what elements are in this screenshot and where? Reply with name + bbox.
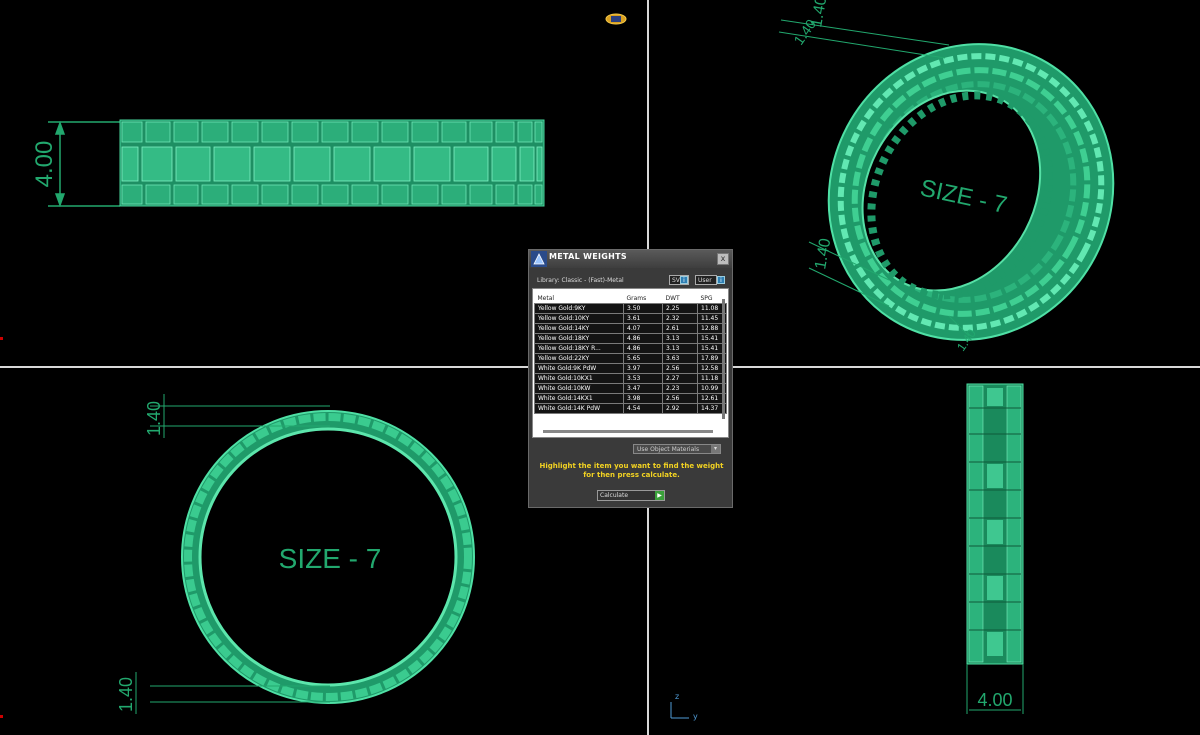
table-cell: 3.61 (623, 313, 663, 324)
table-cell: 3.97 (623, 363, 663, 374)
metal-table[interactable]: Metal Grams DWT SPG Yellow Gold:9KY 3.50 2… (532, 288, 729, 438)
table-cell: 4.86 (623, 333, 663, 344)
instruction-text: Highlight the item you want to find the … (539, 462, 724, 479)
table-cell: 3.53 (623, 373, 663, 384)
chevron-down-icon[interactable]: ▾ (711, 445, 720, 453)
table-row[interactable]: White Gold:9K PdW 3.97 2.56 12.58 (534, 363, 727, 374)
table-cell: Yellow Gold:9KY (534, 303, 624, 314)
column-header[interactable]: Grams (624, 293, 663, 304)
dimension-label: 4.00 (977, 690, 1012, 710)
table-cell: Yellow Gold:14KY (534, 323, 624, 334)
table-cell: White Gold:10KX1 (534, 373, 624, 384)
dialog-title: METAL WEIGHTS (549, 252, 627, 261)
dimension-label: 1.40 (116, 677, 136, 712)
table-cell: 3.13 (662, 343, 698, 354)
table-cell: 3.13 (662, 333, 698, 344)
table-row[interactable]: White Gold:10KX1 3.53 2.27 11.18 (534, 373, 727, 384)
table-cell: 3.63 (662, 353, 698, 364)
table-cell: White Gold:14KX1 (534, 393, 624, 404)
size-label: SIZE - 7 (279, 543, 382, 574)
unit-info-button[interactable]: i (680, 276, 688, 284)
axis-z-label: z (675, 692, 680, 701)
table-cell: 2.27 (662, 373, 698, 384)
dialog-titlebar[interactable]: METAL WEIGHTS x (529, 250, 732, 268)
table-cell: Yellow Gold:10KY (534, 313, 624, 324)
table-cell: 4.07 (623, 323, 663, 334)
table-row[interactable]: Yellow Gold:9KY 3.50 2.25 11.08 (534, 303, 727, 314)
material-select-value: Use Object Materials (637, 446, 700, 453)
table-cell: 2.25 (662, 303, 698, 314)
material-select[interactable]: Use Object Materials ▾ (633, 444, 721, 454)
table-cell: 5.65 (623, 353, 663, 364)
close-button[interactable]: x (717, 253, 729, 265)
library-label: Library: Classic - (Fast)-Metal (537, 277, 624, 284)
table-row[interactable]: Yellow Gold:10KY 3.61 2.32 11.45 (534, 313, 727, 324)
table-row[interactable]: White Gold:14KX1 3.98 2.56 12.61 (534, 393, 727, 404)
dimension-label: 4.00 (31, 141, 58, 188)
table-cell: 2.61 (662, 323, 698, 334)
table-cell: Yellow Gold:18KY R... (534, 343, 624, 354)
table-cell: 4.86 (623, 343, 663, 354)
calculate-button[interactable]: Calculate ▶ (597, 490, 665, 501)
table-cell: 2.56 (662, 363, 698, 374)
table-cell: Yellow Gold:18KY (534, 333, 624, 344)
table-row[interactable]: White Gold:10KW 3.47 2.23 10.99 (534, 383, 727, 394)
column-header[interactable]: Metal (535, 293, 624, 304)
metal-weights-dialog: METAL WEIGHTS x Library: Classic - (Fast… (528, 249, 733, 508)
table-cell: White Gold:10KW (534, 383, 624, 394)
table-cell: 3.50 (623, 303, 663, 314)
view-cube-icon[interactable] (605, 10, 627, 25)
table-cell: 2.92 (662, 403, 698, 414)
user-info-button[interactable]: i (717, 276, 725, 284)
table-row[interactable]: White Gold:14K PdW 4.54 2.92 14.37 (534, 403, 727, 414)
vertical-scrollbar[interactable] (722, 299, 725, 419)
table-cell: 3.47 (623, 383, 663, 394)
table-cell: 2.32 (662, 313, 698, 324)
axis-y-label: y (693, 712, 698, 721)
dimension-label: 1.40 (812, 237, 834, 271)
user-field[interactable]: User (695, 275, 717, 285)
dimension-label: 1.40 (144, 401, 164, 436)
column-header[interactable]: DWT (663, 293, 698, 304)
table-cell: 3.98 (623, 393, 663, 404)
origin-marker (0, 715, 3, 718)
play-icon[interactable]: ▶ (655, 491, 664, 500)
table-cell: White Gold:9K PdW (534, 363, 624, 374)
calculate-label: Calculate (600, 492, 629, 499)
table-cell: 2.23 (662, 383, 698, 394)
table-row[interactable]: Yellow Gold:22KY 5.65 3.63 17.89 (534, 353, 727, 364)
metal-weights-logo-icon (531, 251, 547, 267)
horizontal-scrollbar[interactable] (543, 430, 713, 433)
table-row[interactable]: Yellow Gold:14KY 4.07 2.61 12.88 (534, 323, 727, 334)
table-cell: White Gold:14K PdW (534, 403, 624, 414)
table-cell: 4.54 (623, 403, 663, 414)
table-row[interactable]: Yellow Gold:18KY 4.86 3.13 15.41 (534, 333, 727, 344)
table-row[interactable]: Yellow Gold:18KY R... 4.86 3.13 15.41 (534, 343, 727, 354)
table-cell: Yellow Gold:22KY (534, 353, 624, 364)
origin-marker (0, 337, 3, 340)
table-cell: 2.56 (662, 393, 698, 404)
